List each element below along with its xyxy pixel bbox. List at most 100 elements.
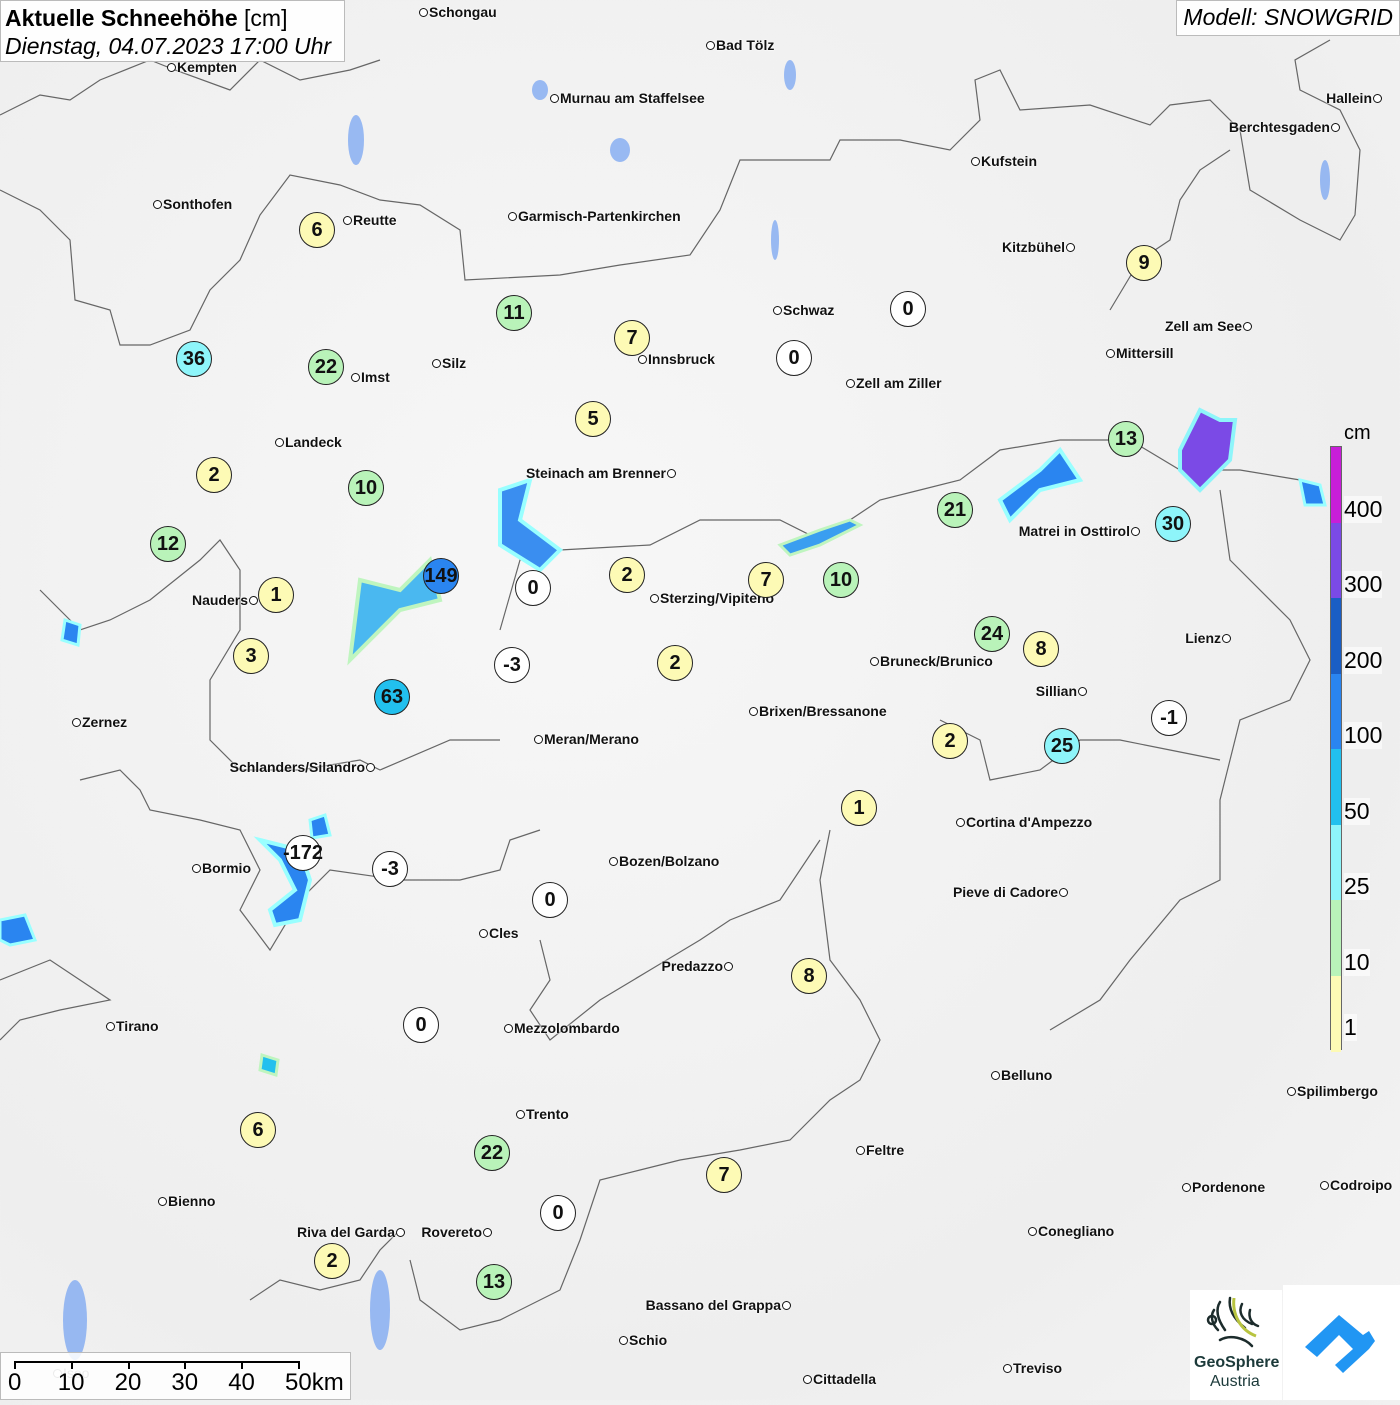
city-marker-icon — [773, 306, 782, 315]
city-marker-icon — [846, 379, 855, 388]
city-marker-icon — [106, 1022, 115, 1031]
city-label: Innsbruck — [648, 351, 715, 367]
snow-cover-areas — [0, 407, 1327, 1077]
city-marker-icon — [504, 1024, 513, 1033]
city-label: Steinach am Brenner — [525, 465, 666, 481]
city-label: Matrei in Osttirol — [1018, 523, 1130, 539]
snow-depth-marker[interactable]: 0 — [776, 340, 812, 376]
city-label: Predazzo — [661, 958, 723, 974]
city-marker-icon — [167, 63, 176, 72]
snow-depth-marker[interactable]: 8 — [791, 958, 827, 994]
snow-depth-marker[interactable]: 6 — [299, 212, 335, 248]
geosphere-austria-logo[interactable]: GeoSphere Austria — [1190, 1290, 1282, 1400]
city-label: Zell am See — [1164, 318, 1242, 334]
model-label: Modell: SNOWGRID — [1176, 0, 1400, 36]
snow-depth-marker[interactable]: -3 — [494, 647, 530, 683]
city-label: Bormio — [202, 860, 251, 876]
snow-depth-marker[interactable]: 22 — [474, 1135, 510, 1171]
snow-depth-marker[interactable]: 0 — [540, 1195, 576, 1231]
snow-depth-marker[interactable]: 0 — [532, 882, 568, 918]
snow-depth-marker[interactable]: 24 — [974, 616, 1010, 652]
snowgrid-logo[interactable] — [1283, 1285, 1400, 1400]
city-label: Bienno — [168, 1193, 216, 1209]
snow-depth-marker[interactable]: 7 — [614, 320, 650, 356]
snow-depth-marker[interactable]: 149 — [423, 558, 459, 594]
scale-tick — [127, 1361, 130, 1369]
snow-depth-marker[interactable]: 7 — [706, 1157, 742, 1193]
city-marker-icon — [249, 596, 258, 605]
snow-depth-marker[interactable]: 0 — [890, 291, 926, 327]
city-label: Rovereto — [421, 1224, 482, 1240]
snow-depth-marker[interactable]: 3 — [233, 638, 269, 674]
city-marker-icon — [991, 1071, 1000, 1080]
city-label: Kufstein — [981, 153, 1037, 169]
city-label: Belluno — [1001, 1067, 1053, 1083]
snow-depth-marker[interactable]: 2 — [657, 645, 693, 681]
snow-depth-marker[interactable]: 9 — [1126, 245, 1162, 281]
legend-level-label: 200 — [1344, 646, 1383, 674]
snow-depth-marker[interactable]: 11 — [496, 295, 532, 331]
snow-depth-marker[interactable]: 0 — [515, 570, 551, 606]
legend-level-label: 1 — [1344, 1014, 1357, 1041]
snow-depth-marker[interactable]: 5 — [575, 401, 611, 437]
city-marker-icon — [870, 657, 879, 666]
city-marker-icon — [432, 359, 441, 368]
city-label: Bad Tölz — [716, 37, 775, 53]
city-marker-icon — [534, 735, 543, 744]
snow-depth-marker[interactable]: 0 — [403, 1007, 439, 1043]
snow-depth-marker[interactable]: 7 — [748, 562, 784, 598]
snow-depth-marker[interactable]: 2 — [932, 723, 968, 759]
city-label: Cittadella — [813, 1371, 877, 1387]
city-marker-icon — [1320, 1181, 1329, 1190]
city-marker-icon — [366, 763, 375, 772]
legend-color-segment — [1331, 975, 1341, 1052]
snow-depth-marker[interactable]: 2 — [314, 1243, 350, 1279]
city-marker-icon — [1331, 123, 1340, 132]
snow-depth-marker[interactable]: 6 — [240, 1112, 276, 1148]
snow-depth-marker[interactable]: 2 — [196, 457, 232, 493]
city-marker-icon — [72, 718, 81, 727]
city-label: Trento — [526, 1106, 569, 1122]
snow-depth-marker[interactable]: 1 — [258, 577, 294, 613]
city-label: Garmisch-Partenkirchen — [518, 208, 681, 224]
snow-depth-marker[interactable]: 8 — [1023, 631, 1059, 667]
city-marker-icon — [609, 857, 618, 866]
city-marker-icon — [667, 469, 676, 478]
snow-depth-marker[interactable]: 12 — [150, 526, 186, 562]
legend-color-bar — [1330, 446, 1342, 1052]
scale-line — [15, 1361, 299, 1363]
legend-color-segment — [1331, 673, 1341, 750]
snow-depth-marker[interactable]: 10 — [823, 562, 859, 598]
snow-depth-marker[interactable]: -3 — [372, 851, 408, 887]
snow-depth-marker[interactable]: -172 — [283, 835, 323, 871]
city-label: Hallein — [1326, 90, 1372, 106]
city-label: Cortina d'Ampezzo — [966, 814, 1093, 830]
city-marker-icon — [638, 355, 647, 364]
city-marker-icon — [192, 864, 201, 873]
snow-depth-marker[interactable]: 21 — [937, 492, 973, 528]
legend-color-segment — [1331, 824, 1341, 901]
city-label: Schlanders/Silandro — [229, 759, 365, 775]
city-marker-icon — [706, 41, 715, 50]
snow-depth-marker[interactable]: 63 — [374, 679, 410, 715]
city-marker-icon — [479, 929, 488, 938]
city-label: Sonthofen — [163, 196, 233, 212]
snow-depth-marker[interactable]: 13 — [476, 1264, 512, 1300]
snow-depth-marker[interactable]: 13 — [1108, 421, 1144, 457]
snow-depth-marker[interactable]: -1 — [1151, 700, 1187, 736]
city-marker-icon — [971, 157, 980, 166]
snow-depth-marker[interactable]: 22 — [308, 349, 344, 385]
snow-depth-marker[interactable]: 1 — [841, 790, 877, 826]
snow-depth-marker[interactable]: 2 — [609, 557, 645, 593]
snow-depth-marker[interactable]: 30 — [1155, 506, 1191, 542]
snow-depth-marker[interactable]: 10 — [348, 470, 384, 506]
title-box: Aktuelle Schneehöhe [cm] Dienstag, 04.07… — [0, 0, 345, 62]
city-label: Zernez — [82, 714, 128, 730]
city-marker-icon — [1028, 1227, 1037, 1236]
city-marker-icon — [856, 1146, 865, 1155]
snow-depth-marker[interactable]: 25 — [1044, 728, 1080, 764]
scale-tick — [70, 1361, 73, 1369]
city-label: Imst — [361, 369, 390, 385]
city-marker-icon — [396, 1228, 405, 1237]
snow-depth-marker[interactable]: 36 — [176, 341, 212, 377]
